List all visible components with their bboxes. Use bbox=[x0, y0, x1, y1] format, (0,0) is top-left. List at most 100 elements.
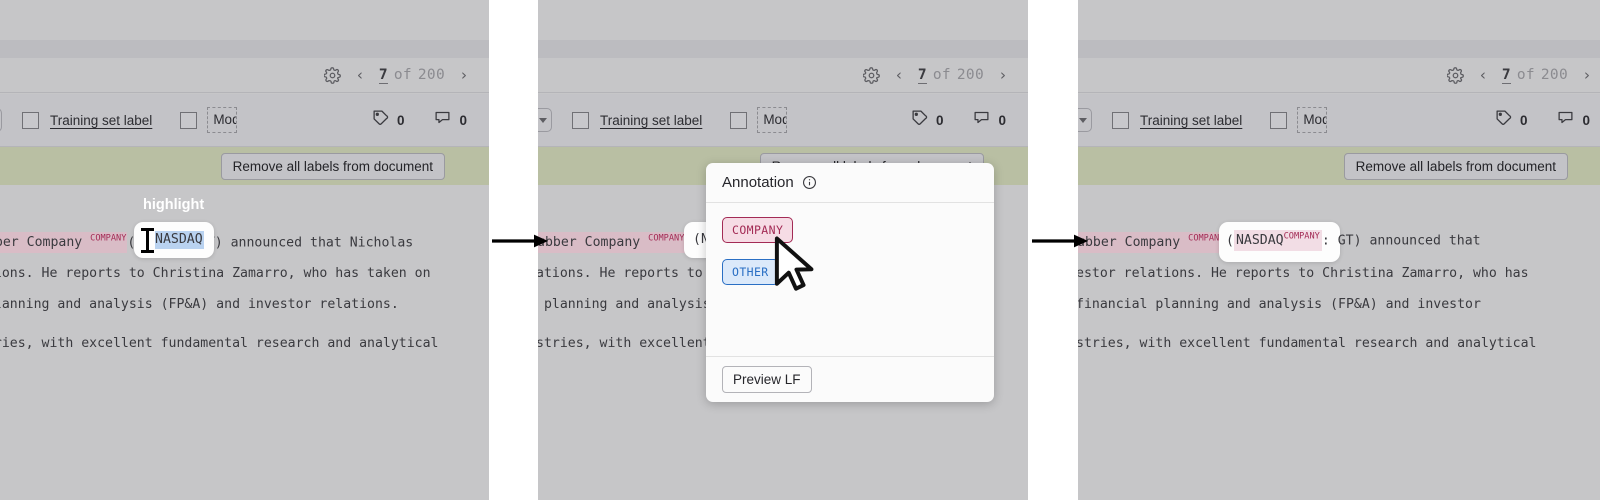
comment-counter[interactable]: 0 bbox=[434, 109, 467, 131]
highlight-caption: highlight bbox=[143, 197, 205, 213]
page-total: 200 bbox=[417, 67, 445, 83]
gear-icon[interactable] bbox=[1446, 67, 1464, 84]
label-dropdown-button[interactable] bbox=[538, 108, 552, 132]
annotation-tag-list: COMPANY OTHER bbox=[706, 203, 994, 285]
company-label-span[interactable]: ubber Company COMPANY bbox=[0, 232, 128, 254]
mod-chip[interactable]: Mod bbox=[757, 107, 788, 133]
tag-count: 0 bbox=[935, 112, 944, 128]
window-chrome-top bbox=[1078, 0, 1600, 40]
window-chrome-strip bbox=[0, 40, 489, 58]
window-chrome-strip bbox=[538, 40, 1028, 58]
mod-checkbox[interactable] bbox=[1270, 111, 1288, 129]
chevron-down-icon bbox=[539, 117, 547, 123]
doc-line-3: financial planning and analysis (FP&A) a… bbox=[1078, 297, 1481, 312]
comment-count: 0 bbox=[1582, 112, 1590, 128]
label-toolbar: Training set label Mod 0 0 bbox=[0, 94, 489, 146]
prev-page-button[interactable]: ‹ bbox=[896, 68, 902, 83]
page-of-label: of bbox=[393, 67, 412, 83]
page-total: 200 bbox=[1540, 67, 1568, 83]
training-set-label[interactable]: Training set label bbox=[600, 113, 702, 128]
page-of-label: of bbox=[1516, 67, 1535, 83]
comment-count: 0 bbox=[998, 112, 1006, 128]
company-label-span[interactable]: ubber Company COMPANY bbox=[538, 232, 686, 254]
annotation-popup-footer: Preview LF bbox=[706, 356, 994, 402]
doc-line-4: stries, with excellent fundamental resea… bbox=[1078, 336, 1537, 351]
tag-icon bbox=[1495, 109, 1512, 131]
annotation-popup-title: Annotation bbox=[722, 174, 794, 191]
document-action-bar: Remove all labels from document bbox=[0, 147, 489, 185]
comment-icon bbox=[434, 109, 451, 131]
window-chrome-top bbox=[538, 0, 1028, 40]
toolbar-counters: 0 0 bbox=[372, 109, 467, 131]
page-indicator: 7 of 200 bbox=[917, 67, 984, 84]
screenshot-stage: ‹ 7 of 200 › Training set label Mod 0 0 … bbox=[0, 0, 1600, 500]
page-number-input[interactable]: 7 bbox=[917, 67, 927, 84]
label-toolbar: Training set label Mod 0 0 bbox=[1078, 94, 1600, 146]
doc-line-2: estor relations. He reports to Christina… bbox=[1078, 266, 1529, 281]
mod-checkbox[interactable] bbox=[730, 111, 748, 129]
prev-page-button[interactable]: ‹ bbox=[1480, 68, 1486, 83]
training-set-checkbox[interactable] bbox=[1112, 111, 1129, 129]
label-toolbar: Training set label Mod 0 0 bbox=[538, 94, 1028, 146]
annotation-popup: Annotation COMPANY OTHER Preview LF bbox=[706, 163, 994, 402]
info-icon[interactable] bbox=[802, 175, 817, 190]
page-indicator: 7 of 200 bbox=[378, 67, 445, 84]
toolbar-counters: 0 0 bbox=[911, 109, 1006, 131]
tag-counter[interactable]: 0 bbox=[911, 109, 944, 131]
training-set-label[interactable]: Training set label bbox=[50, 113, 152, 128]
page-total: 200 bbox=[956, 67, 984, 83]
page-indicator: 7 of 200 bbox=[1501, 67, 1568, 84]
panel-step-1: ‹ 7 of 200 › Training set label Mod 0 0 … bbox=[0, 0, 489, 500]
pagination: ‹ 7 of 200 › bbox=[862, 58, 1006, 93]
remove-all-labels-button[interactable]: Remove all labels from document bbox=[1343, 152, 1568, 180]
tag-icon bbox=[372, 109, 389, 131]
comment-count: 0 bbox=[459, 112, 467, 128]
remove-all-labels-button[interactable]: Remove all labels from document bbox=[220, 152, 445, 180]
annotation-popup-header: Annotation bbox=[706, 163, 994, 203]
tag-count: 0 bbox=[396, 112, 405, 128]
mod-chip[interactable]: Mod bbox=[1297, 107, 1328, 133]
tag-counter[interactable]: 0 bbox=[372, 109, 405, 131]
flow-arrow-1-to-2 bbox=[492, 234, 548, 248]
gear-icon[interactable] bbox=[323, 67, 341, 84]
tag-count: 0 bbox=[1519, 112, 1528, 128]
page-number-input[interactable]: 7 bbox=[1501, 67, 1511, 84]
training-set-checkbox[interactable] bbox=[572, 111, 589, 129]
next-page-button[interactable]: › bbox=[1000, 68, 1006, 83]
prev-page-button[interactable]: ‹ bbox=[357, 68, 363, 83]
nasdaq-labeled-line: (NASDAQCOMPANY: GT) announced that bbox=[1226, 230, 1481, 252]
comment-icon bbox=[1557, 109, 1574, 131]
training-set-label[interactable]: Training set label bbox=[1140, 113, 1242, 128]
window-chrome-strip bbox=[1078, 40, 1600, 58]
tag-counter[interactable]: 0 bbox=[1495, 109, 1528, 131]
text-cursor-ibeam bbox=[141, 228, 154, 253]
tag-icon bbox=[911, 109, 928, 131]
pagination: ‹ 7 of 200 › bbox=[323, 58, 467, 93]
label-dropdown-button[interactable] bbox=[0, 108, 2, 132]
window-chrome-top bbox=[0, 0, 489, 40]
gear-icon[interactable] bbox=[862, 67, 880, 84]
panel-step-3: ‹ 7 of 200 › Training set label Mod 0 0 … bbox=[1078, 0, 1600, 500]
document-action-bar: Remove all labels from document bbox=[1078, 147, 1600, 185]
comment-counter[interactable]: 0 bbox=[973, 109, 1006, 131]
comment-icon bbox=[973, 109, 990, 131]
comment-counter[interactable]: 0 bbox=[1557, 109, 1590, 131]
mouse-cursor-arrow bbox=[774, 236, 814, 291]
doc-line-1: ubber Company COMPANY bbox=[1078, 232, 1226, 254]
training-set-checkbox[interactable] bbox=[22, 111, 39, 129]
annotation-tag-other[interactable]: OTHER bbox=[722, 259, 779, 285]
toolbar-counters: 0 0 bbox=[1495, 109, 1590, 131]
mod-checkbox[interactable] bbox=[180, 111, 198, 129]
label-dropdown-button[interactable] bbox=[1078, 108, 1092, 132]
flow-arrow-2-to-3 bbox=[1032, 234, 1088, 248]
next-page-button[interactable]: › bbox=[1584, 68, 1590, 83]
page-of-label: of bbox=[932, 67, 951, 83]
mod-chip[interactable]: Mod bbox=[207, 107, 238, 133]
selected-text-nasdaq: NASDAQ bbox=[155, 232, 203, 247]
page-number-input[interactable]: 7 bbox=[378, 67, 388, 84]
preview-lf-button[interactable]: Preview LF bbox=[722, 366, 812, 393]
company-label-span[interactable]: ubber Company COMPANY bbox=[1078, 232, 1226, 254]
next-page-button[interactable]: › bbox=[461, 68, 467, 83]
chevron-down-icon bbox=[1079, 117, 1087, 123]
company-label-nasdaq[interactable]: NASDAQCOMPANY bbox=[1233, 230, 1322, 252]
